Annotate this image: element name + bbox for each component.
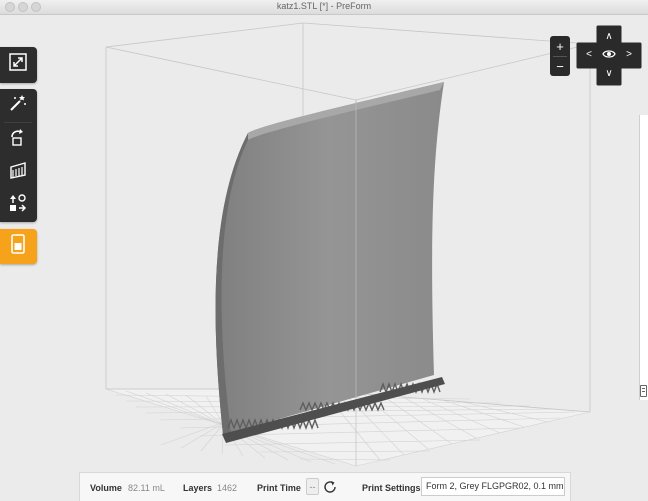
volume-value: 82.11 mL <box>128 483 165 493</box>
resize-icon <box>9 53 27 76</box>
build-plate-grid <box>105 388 591 467</box>
model-part <box>215 82 445 443</box>
magic-wand-icon <box>8 93 28 118</box>
view-right-button[interactable]: > <box>621 47 637 63</box>
refresh-icon[interactable] <box>322 479 338 495</box>
layers-value: 1462 <box>217 483 238 493</box>
job-tool-group <box>0 229 37 264</box>
print-settings-field[interactable]: Form 2, Grey FLGPGR02, 0.1 mm <box>421 477 565 496</box>
tool-orientation[interactable] <box>0 123 36 156</box>
eye-icon <box>602 48 616 63</box>
rotate-icon <box>8 127 28 152</box>
layout-tool-group <box>0 47 37 83</box>
window-titlebar: katz1.STL [*] - PreForm <box>0 0 648 15</box>
edit-tool-group <box>0 89 37 222</box>
view-up-button[interactable]: ∧ <box>601 29 617 45</box>
scrollbar-grip-icon[interactable] <box>640 385 647 397</box>
tool-layout[interactable] <box>0 48 36 81</box>
zoom-divider <box>553 56 567 57</box>
volume-label: Volume <box>90 483 122 493</box>
tool-supports[interactable] <box>0 156 36 189</box>
3d-viewport[interactable] <box>0 15 648 500</box>
arrange-icon <box>8 193 28 218</box>
view-left-button[interactable]: < <box>581 47 597 63</box>
tool-magic-wand[interactable] <box>0 89 36 122</box>
print-time-value: -- <box>306 478 319 495</box>
tool-arrange[interactable] <box>0 189 36 222</box>
window-title: katz1.STL [*] - PreForm <box>276 1 372 11</box>
view-navigation-pad: ∧ < > ∨ <box>576 25 642 86</box>
view-down-button[interactable]: ∨ <box>601 66 617 82</box>
print-settings-label: Print Settings <box>362 483 421 493</box>
zoom-in-button[interactable]: + <box>552 38 568 54</box>
status-bar: Volume 82.11 mL Layers 1462 Print Time -… <box>79 472 571 501</box>
print-time-label: Print Time <box>257 483 301 493</box>
zoom-controls: + − <box>550 36 570 76</box>
layers-label: Layers <box>183 483 213 493</box>
print-job-icon <box>11 234 25 259</box>
zoom-out-button[interactable]: − <box>552 58 568 74</box>
right-scrollbar[interactable] <box>639 115 648 400</box>
tool-print-job[interactable] <box>0 230 36 263</box>
view-center-button[interactable] <box>601 47 617 63</box>
supports-icon <box>8 160 28 185</box>
